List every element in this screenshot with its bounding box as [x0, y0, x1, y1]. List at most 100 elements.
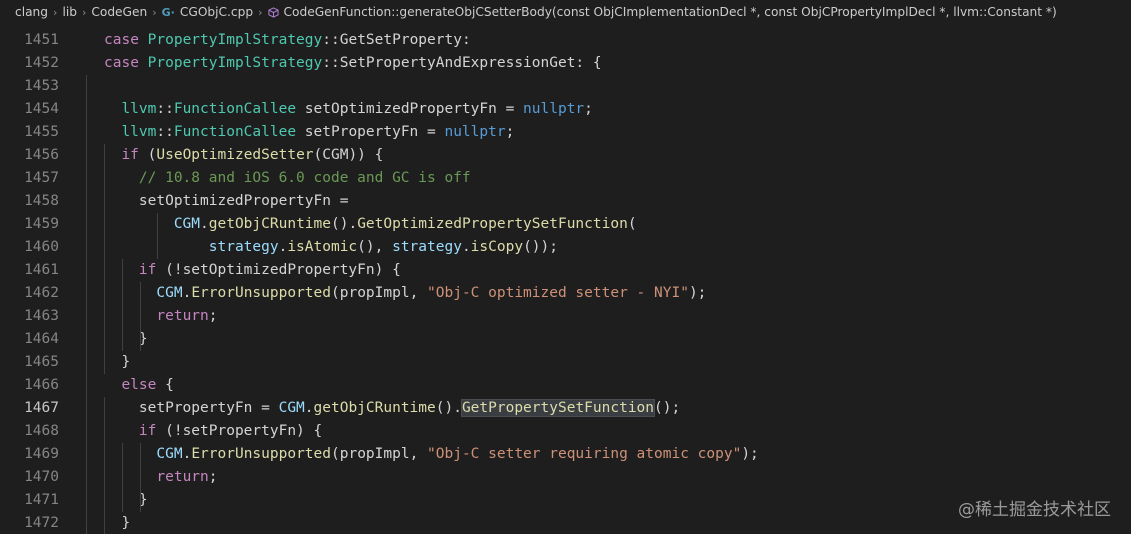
line-number: 1461 — [24, 262, 59, 278]
code-token: GetOptimizedPropertySetFunction — [357, 216, 628, 232]
code-text[interactable]: CGM.getObjCRuntime().GetOptimizedPropert… — [174, 213, 637, 236]
code-line[interactable]: 1468 if (!setPropertyFn) { — [0, 420, 1131, 443]
code-token: if — [121, 147, 148, 163]
code-line[interactable]: 1457 // 10.8 and iOS 6.0 code and GC is o… — [0, 167, 1131, 190]
code-line[interactable]: 1461 if (!setOptimizedPropertyFn) { — [0, 259, 1131, 282]
code-token: (CGM)) { — [313, 147, 384, 163]
code-token: CGM — [173, 216, 201, 232]
line-number: 1470 — [24, 469, 59, 485]
code-line[interactable]: 1463 return; — [0, 305, 1131, 328]
code-line[interactable]: 1456 if (UseOptimizedSetter(CGM)) { — [0, 144, 1131, 167]
code-text[interactable]: setPropertyFn = CGM.getObjCRuntime().Get… — [139, 397, 680, 420]
code-line[interactable]: 1460 strategy.isAtomic(), strategy.isCopy… — [0, 236, 1131, 259]
cpp-file-icon: G· — [161, 5, 175, 19]
code-line[interactable]: 1470 return; — [0, 466, 1131, 489]
code-editor[interactable]: 1451 case PropertyImplStrategy::GetSetPro… — [0, 24, 1131, 534]
line-number: 1454 — [24, 101, 59, 117]
breadcrumb-item-clang[interactable]: clang — [15, 5, 48, 19]
code-token: // 10.8 and iOS 6.0 code and GC is off — [138, 170, 471, 186]
selected-word-highlight: GetPropertySetFunction — [460, 399, 656, 417]
code-line[interactable]: 1454 llvm::FunctionCallee setOptimizedPro… — [0, 98, 1131, 121]
code-text[interactable]: setOptimizedPropertyFn = — [139, 190, 349, 213]
code-token: "Obj-C optimized setter - NYI" — [427, 285, 689, 301]
code-text[interactable]: return; — [156, 466, 217, 489]
code-token: SetPropertyAndExpressionGet: { — [339, 55, 602, 71]
breadcrumb-item-file[interactable]: CGObjC.cpp — [180, 5, 253, 19]
code-token: FunctionCallee — [173, 124, 297, 140]
code-token: (), — [357, 239, 393, 255]
code-text[interactable]: if (!setOptimizedPropertyFn) { — [139, 259, 401, 282]
code-token: (!setPropertyFn) { — [165, 423, 323, 439]
line-number: 1468 — [24, 423, 59, 439]
chevron-right-icon: › — [81, 5, 87, 19]
code-text[interactable]: case PropertyImplStrategy::SetPropertyAn… — [104, 52, 602, 75]
code-token: . — [304, 400, 314, 416]
code-token: . — [182, 446, 192, 462]
code-token: nullptr — [444, 124, 506, 140]
indent-guide — [104, 144, 105, 374]
code-token: CGM — [278, 400, 305, 416]
code-token: ()); — [523, 239, 558, 255]
code-text[interactable]: // 10.8 and iOS 6.0 code and GC is off — [139, 167, 471, 190]
code-token: ); — [688, 285, 707, 301]
code-token: if — [138, 262, 166, 278]
code-token: isAtomic — [287, 239, 358, 255]
code-line[interactable]: 1458 setOptimizedPropertyFn = — [0, 190, 1131, 213]
code-token: setOptimizedPropertyFn = — [138, 193, 349, 209]
indent-guide — [140, 443, 141, 512]
code-token: ( — [627, 216, 637, 232]
code-text[interactable]: CGM.ErrorUnsupported(propImpl, "Obj-C op… — [156, 282, 706, 305]
code-line[interactable]: 1462 CGM.ErrorUnsupported(propImpl, "Obj-… — [0, 282, 1131, 305]
code-token: setOptimizedPropertyFn = — [296, 101, 524, 117]
indent-guide — [140, 282, 141, 351]
code-line[interactable]: 1465} — [0, 351, 1131, 374]
code-text[interactable]: } — [121, 512, 130, 534]
watermark-text: @稀土掘金技术社区 — [958, 500, 1111, 520]
code-text[interactable]: llvm::FunctionCallee setOptimizedPropert… — [121, 98, 592, 121]
code-line[interactable]: 1459 CGM.getObjCRuntime().GetOptimizedPro… — [0, 213, 1131, 236]
line-number: 1459 — [24, 216, 59, 232]
line-number: 1464 — [24, 331, 59, 347]
code-text[interactable]: case PropertyImplStrategy::GetSetPropert… — [104, 29, 471, 52]
code-text[interactable]: CGM.ErrorUnsupported(propImpl, "Obj-C se… — [156, 443, 758, 466]
code-line[interactable]: 1453 — [0, 75, 1131, 98]
code-token: :: — [156, 124, 174, 140]
code-line[interactable]: 1464} — [0, 328, 1131, 351]
line-number: 1456 — [24, 147, 59, 163]
code-text[interactable]: else { — [121, 374, 173, 397]
code-line[interactable]: 1466 else { — [0, 374, 1131, 397]
code-text[interactable]: if (UseOptimizedSetter(CGM)) { — [121, 144, 383, 167]
code-text[interactable]: return; — [156, 305, 217, 328]
code-token: PropertyImplStrategy — [147, 32, 323, 48]
code-token: GetSetProperty: — [339, 32, 471, 48]
code-token: nullptr — [523, 101, 585, 117]
code-token: return — [156, 308, 209, 324]
indent-guide — [122, 443, 123, 512]
code-text[interactable]: llvm::FunctionCallee setPropertyFn = nul… — [121, 121, 514, 144]
line-number: 1453 — [24, 78, 59, 94]
code-line[interactable]: 1451 case PropertyImplStrategy::GetSetPro… — [0, 29, 1131, 52]
breadcrumb-item-lib[interactable]: lib — [62, 5, 77, 19]
line-number: 1458 — [24, 193, 59, 209]
code-token: :: — [156, 101, 174, 117]
code-token: :: — [322, 32, 340, 48]
breadcrumb-item-codegen[interactable]: CodeGen — [91, 5, 147, 19]
code-text[interactable]: strategy.isAtomic(), strategy.isCopy()); — [209, 236, 558, 259]
code-token: ; — [584, 101, 593, 117]
code-line[interactable]: 1469 CGM.ErrorUnsupported(propImpl, "Obj-… — [0, 443, 1131, 466]
code-token: if — [138, 423, 166, 439]
code-token: setPropertyFn = — [138, 400, 279, 416]
code-token: . — [182, 285, 192, 301]
code-line[interactable]: 1452 case PropertyImplStrategy::SetProper… — [0, 52, 1131, 75]
code-line[interactable]: 1467 setPropertyFn = CGM.getObjCRuntime()… — [0, 397, 1131, 420]
code-token: FunctionCallee — [173, 101, 297, 117]
code-token: (). — [435, 400, 462, 416]
code-text[interactable]: if (!setPropertyFn) { — [139, 420, 322, 443]
code-text[interactable]: } — [121, 351, 130, 374]
code-token: (propImpl, — [331, 446, 428, 462]
code-token: CGM — [156, 446, 183, 462]
code-line[interactable]: 1455 llvm::FunctionCallee setPropertyFn =… — [0, 121, 1131, 144]
breadcrumb-item-symbol[interactable]: CodeGenFunction::generateObjCSetterBody(… — [284, 5, 1057, 19]
code-token: (propImpl, — [331, 285, 428, 301]
code-token: case — [104, 55, 148, 71]
